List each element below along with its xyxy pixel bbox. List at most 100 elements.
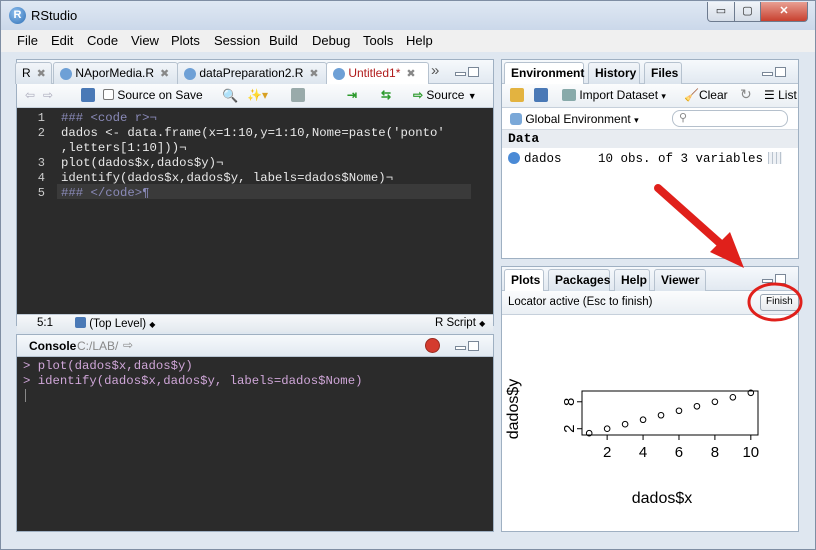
search-icon[interactable]: 🔍 — [222, 88, 238, 104]
code-line: ,letters[1:10]))¬ — [61, 141, 187, 155]
line-number: 2 — [37, 126, 45, 140]
title-bar: R RStudio ▭ ▢ ✕ — [0, 0, 816, 30]
expand-icon[interactable] — [508, 152, 520, 164]
scope-selector[interactable]: (Top Level) ◆ — [75, 317, 155, 330]
console-output[interactable]: > plot(dados$x,dados$y) > identify(dados… — [17, 357, 493, 531]
scope-label: Global Environment — [525, 112, 631, 126]
env-toolbar: Import Dataset ▾ 🧹Clear ↻ ☰ List — [502, 84, 798, 108]
maximize-pane-icon[interactable] — [468, 341, 479, 351]
import-dataset-button[interactable]: Import Dataset ▾ — [562, 88, 666, 102]
source-on-save-toggle[interactable]: Source on Save — [103, 88, 203, 102]
menu-debug[interactable]: Debug — [312, 33, 350, 48]
run-line-icon[interactable]: ⇥ — [347, 88, 357, 102]
tab-r[interactable]: R ✖ — [15, 62, 52, 84]
tab-packages[interactable]: Packages — [548, 269, 610, 291]
back-arrow-icon[interactable]: ⇦ — [25, 88, 35, 102]
variable-value: 10 obs. of 3 variables — [598, 152, 764, 166]
r-file-icon — [333, 68, 345, 80]
save-icon[interactable] — [534, 88, 548, 102]
code-editor[interactable]: 1 2 3 4 5 ### <code r>¬ dados <- data.fr… — [17, 108, 493, 314]
refresh-icon[interactable]: ↻ — [740, 86, 752, 103]
menu-tools[interactable]: Tools — [363, 33, 393, 48]
maximize-pane-icon[interactable] — [775, 67, 786, 77]
tab-environment[interactable]: Environment — [504, 62, 584, 85]
menu-edit[interactable]: Edit — [51, 33, 73, 48]
tab-untitled1[interactable]: Untitled1* ✖ — [326, 62, 429, 85]
environment-selector[interactable]: Global Environment ▾ — [510, 112, 639, 126]
list-label: List — [778, 88, 797, 102]
console-header: Console C:/LAB/ ⇨ — [17, 335, 493, 357]
tab-datapreparation2[interactable]: dataPreparation2.R ✖ — [177, 62, 327, 84]
document-outline-icon[interactable] — [291, 88, 305, 102]
rerun-icon[interactable]: ⇆ — [381, 88, 391, 102]
chevron-down-icon: ◆ — [479, 319, 486, 328]
maximize-pane-icon[interactable] — [468, 67, 479, 77]
editor-toolbar: ⇦ ⇨ Source on Save 🔍 ✨▾ ⇥ ⇆ ⇨ Source ▼ — [17, 84, 493, 108]
source-button[interactable]: ⇨ Source ▼ — [413, 88, 477, 102]
line-number: 3 — [37, 156, 45, 170]
tab-label: R — [22, 66, 31, 80]
stop-icon[interactable] — [425, 338, 440, 353]
y-tick-label: 2 — [561, 425, 578, 433]
minimize-pane-icon[interactable] — [762, 72, 773, 76]
maximize-button[interactable]: ▢ — [734, 2, 761, 22]
tab-history[interactable]: History — [588, 62, 640, 84]
clear-label: Clear — [698, 88, 728, 102]
x-tick-label: 8 — [711, 444, 719, 461]
env-row-dados[interactable]: dados 10 obs. of 3 variables — [502, 149, 798, 169]
editor-tab-strip: R ✖ NAporMedia.R ✖ dataPreparation2.R ✖ Unt… — [15, 60, 493, 85]
save-icon[interactable] — [81, 88, 95, 102]
env-tab-strip: Environment History Files — [502, 60, 798, 85]
broom-icon: 🧹 — [684, 88, 699, 102]
clear-button[interactable]: 🧹Clear — [684, 88, 728, 102]
r-file-icon — [184, 68, 196, 80]
line-number-gutter: 1 2 3 4 5 — [17, 108, 57, 314]
y-tick-label: 8 — [561, 398, 578, 406]
import-dataset-label: Import Dataset — [579, 88, 659, 102]
close-button[interactable]: ✕ — [760, 2, 808, 22]
view-table-icon[interactable] — [768, 152, 782, 164]
tab-naporme[interactable]: NAporMedia.R ✖ — [53, 62, 178, 84]
menu-build[interactable]: Build — [269, 33, 298, 48]
menu-file[interactable]: File — [17, 33, 38, 48]
pane-minmax[interactable] — [760, 66, 788, 78]
env-search-input[interactable]: ⚲ — [672, 110, 788, 127]
tab-files[interactable]: Files — [644, 62, 682, 84]
window-title: RStudio — [31, 8, 78, 23]
menu-code[interactable]: Code — [87, 33, 118, 48]
line-number: 4 — [37, 171, 45, 185]
tab-plots[interactable]: Plots — [504, 269, 544, 292]
close-icon[interactable]: ✖ — [406, 68, 415, 80]
close-icon[interactable]: ✖ — [160, 68, 169, 80]
x-axis-label: dados$x — [632, 490, 693, 507]
close-icon[interactable]: ✖ — [309, 68, 318, 80]
rstudio-logo-icon: R — [9, 7, 26, 24]
r-file-icon — [60, 68, 72, 80]
chevron-down-icon: ▼ — [467, 91, 477, 101]
go-to-directory-icon[interactable]: ⇨ — [123, 338, 133, 352]
code-line: plot(dados$x,dados$y)¬ — [61, 156, 224, 170]
open-folder-icon[interactable] — [510, 88, 524, 102]
menu-session[interactable]: Session — [214, 33, 260, 48]
source-arrow-icon: ⇨ — [413, 88, 424, 102]
scatter-plot[interactable]: 2 4 6 8 10 2 8 dados$x dados$y — [502, 317, 798, 531]
filetype-selector[interactable]: R Script ◆ — [435, 317, 485, 329]
menu-plots[interactable]: Plots — [171, 33, 200, 48]
pane-minmax[interactable] — [453, 340, 481, 352]
more-tabs-icon[interactable]: » — [431, 62, 439, 79]
forward-arrow-icon[interactable]: ⇨ — [43, 88, 53, 102]
minimize-pane-icon[interactable] — [455, 346, 466, 350]
list-view-button[interactable]: ☰ List — [764, 88, 797, 102]
menu-view[interactable]: View — [131, 33, 159, 48]
data-point — [603, 425, 611, 433]
plot-frame — [581, 390, 759, 436]
minimize-pane-icon[interactable] — [455, 72, 466, 76]
magic-wand-icon[interactable]: ✨▾ — [247, 88, 268, 102]
menu-help[interactable]: Help — [406, 33, 433, 48]
close-icon[interactable]: ✖ — [37, 68, 46, 80]
annotation-circle — [747, 282, 803, 322]
pane-minmax[interactable] — [453, 66, 481, 78]
console-title: Console — [29, 339, 77, 353]
checkbox-icon[interactable] — [103, 89, 114, 100]
minimize-button[interactable]: ▭ — [707, 2, 735, 22]
